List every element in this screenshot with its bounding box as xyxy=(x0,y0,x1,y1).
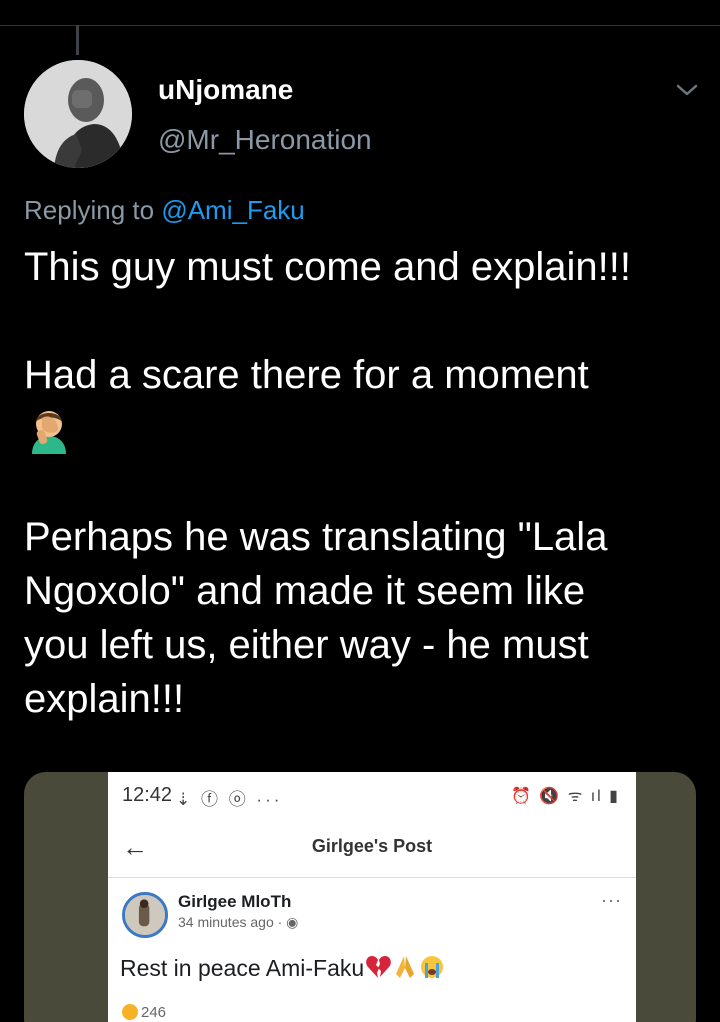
reaction-count: 246 xyxy=(141,1004,167,1021)
crying-face-emoji-icon xyxy=(421,956,444,978)
tweet-line: This guy must come and explain!!! xyxy=(24,245,631,289)
tweet-media-card[interactable]: 12:42 ⇣ ⓕ ⓞ ··· ⏰ 🔇 ᯤ ıl ▮ ← Girlgee's P… xyxy=(24,772,696,1022)
facepalm-line xyxy=(24,402,704,456)
replying-prefix: Replying to xyxy=(24,195,155,225)
display-name[interactable]: uNjomane xyxy=(158,74,293,106)
post-author-avatar xyxy=(122,892,168,938)
broken-heart-emoji-icon xyxy=(366,956,392,978)
replying-to: Replying to @Ami_Faku xyxy=(24,195,305,226)
fb-post-title: Girlgee's Post xyxy=(311,836,433,856)
chevron-down-icon[interactable] xyxy=(672,78,702,102)
post-author-name: Girlgee MloTh xyxy=(178,892,292,911)
fb-post-header: ← Girlgee's Post xyxy=(108,822,636,878)
tweet-line: explain!!! xyxy=(24,677,185,721)
post-meta: 34 minutes ago · ◉ xyxy=(178,914,299,930)
replying-mention-link[interactable]: @Ami_Faku xyxy=(161,195,304,225)
post-more-icon: ··· xyxy=(601,890,622,910)
tweet-line: you left us, either way - he must xyxy=(24,623,589,667)
status-time: 12:42 xyxy=(122,784,173,806)
phone-status-bar: 12:42 ⇣ ⓕ ⓞ ··· ⏰ 🔇 ᯤ ıl ▮ xyxy=(108,780,636,814)
tweet-text: This guy must come and explain!!! Had a … xyxy=(24,240,704,726)
tweet-line: Ngoxolo" and made it seem like xyxy=(24,569,586,613)
tweet-line: Perhaps he was translating "Lala xyxy=(24,515,608,559)
facepalm-emoji-icon xyxy=(32,411,66,454)
sad-reaction-icon xyxy=(122,1004,138,1020)
status-icons-right: ⏰ 🔇 ᯤ ıl ▮ xyxy=(510,788,620,805)
praying-hands-emoji-icon xyxy=(396,956,415,978)
user-handle[interactable]: @Mr_Heronation xyxy=(158,124,372,156)
status-icons-left: ⇣ ⓕ ⓞ ··· xyxy=(176,790,283,809)
tweet-line: Had a scare there for a moment xyxy=(24,353,589,397)
reaction-summary: 246 xyxy=(122,1004,166,1021)
post-text: Rest in peace Ami-Faku xyxy=(120,954,445,982)
post-text-content: Rest in peace Ami-Faku xyxy=(120,955,365,981)
top-divider xyxy=(0,25,720,26)
thread-line xyxy=(76,25,79,55)
embedded-screenshot: 12:42 ⇣ ⓕ ⓞ ··· ⏰ 🔇 ᯤ ıl ▮ ← Girlgee's P… xyxy=(108,772,636,1022)
user-avatar[interactable] xyxy=(24,60,132,168)
